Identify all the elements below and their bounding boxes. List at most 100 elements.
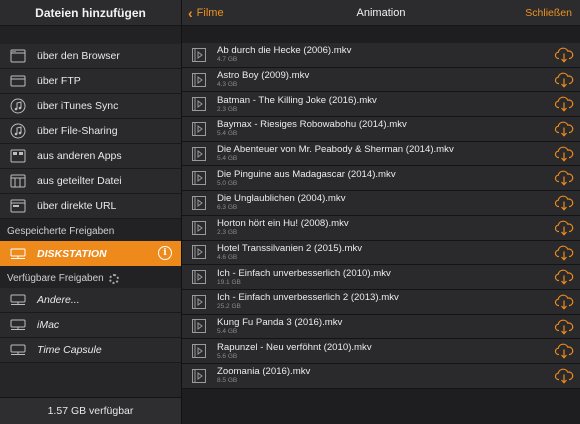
cloud-download-icon[interactable] [554,47,574,63]
sidebar-item-label: aus anderen Apps [37,150,122,162]
music-note-icon [9,123,27,139]
navigation-bar: ‹ Filme Animation Schließen [182,0,580,26]
file-name: Batman - The Killing Joke (2016).mkv [217,94,377,106]
file-name: Baymax - Riesiges Robowabohu (2014).mkv [217,119,407,131]
file-size: 5.6 GB [217,352,238,360]
close-button[interactable]: Schließen [525,0,572,26]
file-row[interactable]: Horton hört ein Hu! (2008).mkv 2.3 GB [182,215,580,241]
file-row[interactable]: Ich - Einfach unverbesserlich 2 (2013).m… [182,289,580,315]
video-file-icon [192,220,206,235]
file-row[interactable]: Kung Fu Panda 3 (2016).mkv 5.4 GB [182,314,580,340]
file-name: Ab durch die Hecke (2006).mkv [217,45,352,57]
sidebar-item-browser[interactable]: über den Browser [0,44,181,69]
cloud-download-icon[interactable] [554,343,574,359]
cloud-download-icon[interactable] [554,96,574,112]
video-file-icon [192,294,206,309]
file-size: 19.1 GB [217,278,241,286]
file-size: 25.2 GB [217,303,241,311]
video-file-icon [192,97,206,112]
cloud-download-icon[interactable] [554,269,574,285]
cloud-download-icon[interactable] [554,72,574,88]
file-name: Ich - Einfach unverbesserlich (2010).mkv [217,267,391,279]
sidebar-item-label: über File-Sharing [37,125,118,137]
cloud-download-icon[interactable] [554,294,574,310]
sidebar-item-ftp[interactable]: über FTP [0,69,181,94]
sidebar-item-imac[interactable]: iMac [0,313,181,338]
loading-spinner-icon [108,274,119,284]
file-size: 8.5 GB [217,377,238,385]
cloud-download-icon[interactable] [554,146,574,162]
file-name: Horton hört ein Hu! (2008).mkv [217,218,349,230]
cloud-download-icon[interactable] [554,319,574,335]
file-size: 5.4 GB [217,327,238,335]
file-row[interactable]: Zoomania (2016).mkv 8.5 GB [182,363,580,389]
sidebar-item-shared-file[interactable]: aus geteilter Datei [0,169,181,194]
file-row[interactable]: Batman - The Killing Joke (2016).mkv 2.3… [182,92,580,118]
file-size: 5.4 GB [217,130,238,138]
sidebar-header: Dateien hinzufügen [0,0,181,26]
file-name: Ich - Einfach unverbesserlich 2 (2013).m… [217,292,399,304]
nas-icon [9,317,27,333]
sidebar-item-label: über iTunes Sync [37,100,119,112]
file-size: 2.3 GB [217,229,238,237]
storage-available: 1.57 GB verfügbar [0,397,181,424]
nas-icon [9,342,27,358]
cloud-download-icon[interactable] [554,368,574,384]
nas-icon [9,246,27,262]
video-file-icon [192,368,206,383]
sidebar-item-label: DISKSTATION [37,247,107,260]
sidebar-item-time-capsule[interactable]: Time Capsule [0,338,181,363]
video-file-icon [192,319,206,334]
back-button[interactable]: ‹ Filme [188,0,224,26]
music-note-icon [9,98,27,114]
video-file-icon [192,146,206,161]
file-row[interactable]: Baymax - Riesiges Robowabohu (2014).mkv … [182,117,580,142]
file-name: Rapunzel - Neu verföhnt (2010).mkv [217,341,372,353]
file-name: Die Unglaublichen (2004).mkv [217,193,346,205]
sidebar-item-direct-url[interactable]: über direkte URL [0,194,181,219]
file-row[interactable]: Ich - Einfach unverbesserlich (2010).mkv… [182,265,580,290]
url-icon [9,198,27,214]
file-row[interactable]: Die Unglaublichen (2004).mkv 6.3 GB [182,191,580,216]
sidebar-item-other-apps[interactable]: aus anderen Apps [0,144,181,169]
file-name: Hotel Transsilvanien 2 (2015).mkv [217,242,363,254]
video-file-icon [192,270,206,285]
cloud-download-icon[interactable] [554,245,574,261]
file-row[interactable]: Die Abenteuer von Mr. Peabody & Sherman … [182,141,580,167]
available-shares-heading: Verfügbare Freigaben [0,266,181,288]
sidebar-item-diskstation[interactable]: DISKSTATION i [0,241,181,266]
sidebar-item-label: iMac [37,319,60,331]
file-row[interactable]: Rapunzel - Neu verföhnt (2010).mkv 5.6 G… [182,339,580,364]
file-row[interactable]: Hotel Transsilvanien 2 (2015).mkv 4.6 GB [182,240,580,266]
sidebar-item-file-sharing[interactable]: über File-Sharing [0,119,181,144]
file-size: 4.7 GB [217,56,238,64]
video-file-icon [192,121,206,136]
file-size: 4.6 GB [217,253,238,261]
file-name: Kung Fu Panda 3 (2016).mkv [217,316,343,328]
file-name: Astro Boy (2009).mkv [217,70,310,82]
video-file-icon [192,47,206,62]
file-row[interactable]: Die Pinguine aus Madagascar (2014).mkv 5… [182,166,580,192]
file-name: Die Pinguine aus Madagascar (2014).mkv [217,168,396,180]
sidebar-item-label: über FTP [37,75,81,87]
nas-icon [9,292,27,308]
cloud-download-icon[interactable] [554,121,574,137]
file-row[interactable]: Astro Boy (2009).mkv 4.3 GB [182,67,580,93]
sidebar-item-label: aus geteilter Datei [37,175,122,187]
sidebar-item-label: über direkte URL [37,200,117,212]
cloud-download-icon[interactable] [554,220,574,236]
chevron-left-icon: ‹ [188,5,193,21]
file-size: 5.4 GB [217,155,238,163]
video-file-icon [192,195,206,210]
sidebar-item-itunes-sync[interactable]: über iTunes Sync [0,94,181,119]
video-file-icon [192,72,206,87]
cloud-download-icon[interactable] [554,195,574,211]
saved-shares-heading: Gespeicherte Freigaben [0,219,181,241]
sidebar-item-other-share[interactable]: Andere... [0,288,181,313]
file-row[interactable]: Ab durch die Hecke (2006).mkv 4.7 GB [182,43,580,68]
info-icon[interactable]: i [158,246,172,260]
video-file-icon [192,344,206,359]
sidebar-spacer [0,26,181,44]
cloud-download-icon[interactable] [554,170,574,187]
